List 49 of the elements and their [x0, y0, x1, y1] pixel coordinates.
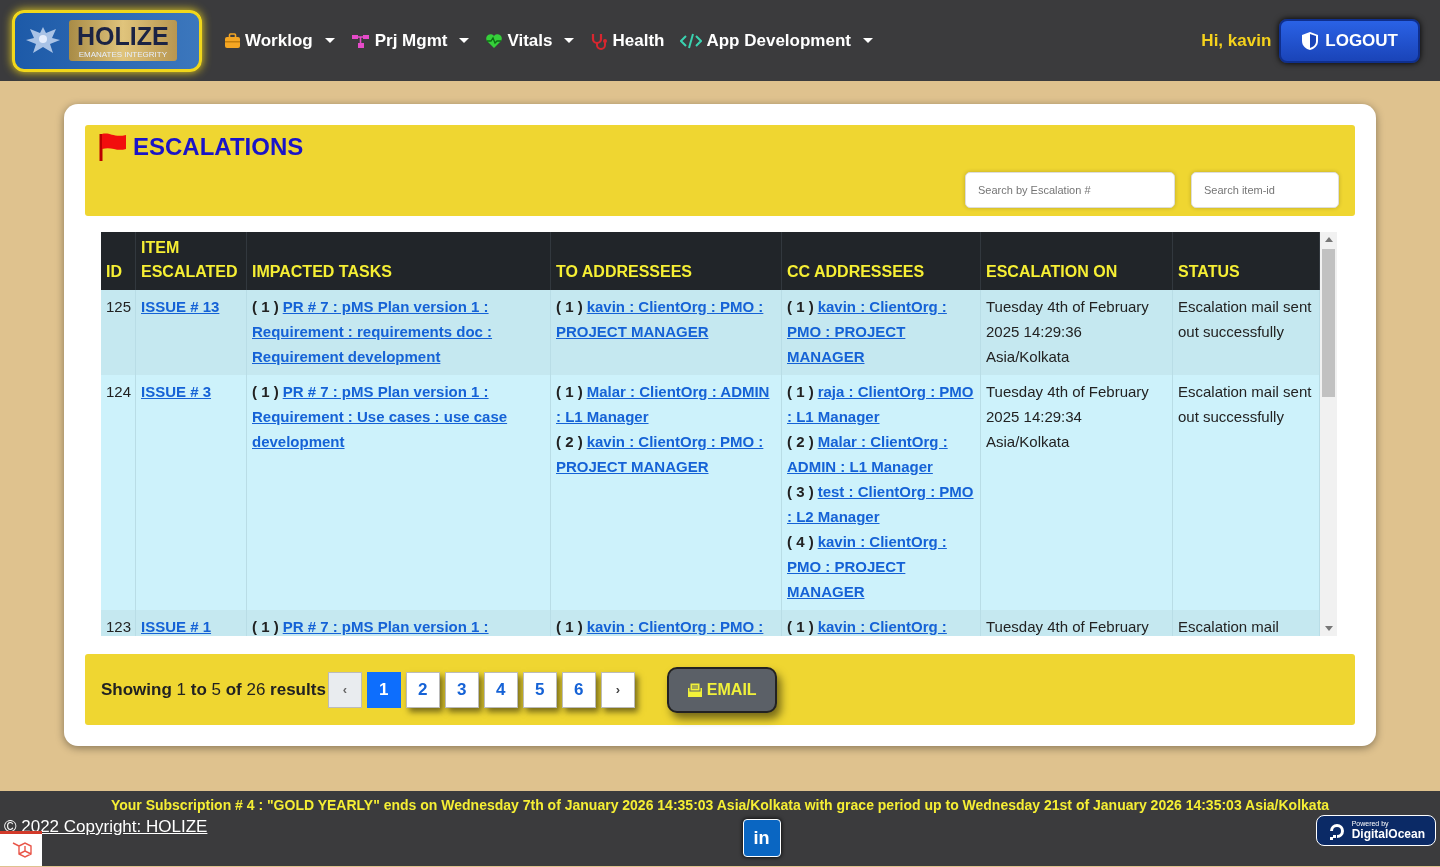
nav-menu-item[interactable]: Prj Mgmt	[348, 26, 472, 55]
nav-menu-item[interactable]: Health	[588, 26, 667, 55]
linked-entry[interactable]: ( 4 ) kavin : ClientOrg : PMO : PROJECT MANAGER	[787, 529, 975, 604]
code-icon	[680, 32, 703, 49]
holize-logo[interactable]: HOLIZE EMANATES INTEGRITY	[12, 9, 202, 72]
page-title: ESCALATIONS	[133, 133, 304, 161]
issue-link[interactable]: ISSUE # 13	[141, 298, 220, 315]
briefcase-icon	[224, 32, 241, 49]
previous-page-button[interactable]: ‹	[327, 671, 362, 708]
logo-tagline: EMANATES INTEGRITY	[78, 50, 167, 59]
heart-pulse-icon	[485, 32, 504, 49]
logo-title: HOLIZE	[77, 22, 169, 50]
page-button[interactable]: 6	[561, 671, 596, 708]
next-page-button[interactable]: ›	[600, 671, 635, 708]
page-button[interactable]: 1	[366, 671, 401, 708]
user-greeting: Hi, kavin	[1201, 30, 1272, 51]
linked-entry[interactable]: ( 1 ) raja : ClientOrg : PMO : L1 Manager	[787, 379, 975, 429]
nav-menu-item[interactable]: App Development	[678, 26, 875, 55]
page-button[interactable]: 4	[483, 671, 518, 708]
table-cell: 123	[101, 610, 136, 636]
nav-menu-item[interactable]: Vitals	[483, 26, 577, 55]
nav-menu-item[interactable]: Worklog	[222, 26, 337, 55]
linkedin-button[interactable]: in	[742, 819, 781, 857]
linked-entry[interactable]: ( 1 ) PR # 7 : pMS Plan version 1 : Requirement : Use cases : use case development	[252, 379, 545, 454]
linked-entry[interactable]: ( 1 ) kavin : ClientOrg : PMO : PROJECT MANAGER	[556, 294, 776, 344]
shield-icon	[1301, 30, 1320, 51]
page-button[interactable]: 5	[522, 671, 557, 708]
hierarchy-icon	[350, 32, 371, 49]
linked-entry[interactable]: ( 1 ) kavin : ClientOrg : PMO : PROJECT MANAGER	[787, 294, 975, 369]
scrollbar[interactable]	[1320, 232, 1337, 636]
table-cell: Tuesday 4th of February	[981, 610, 1173, 636]
page-button[interactable]: 3	[444, 671, 479, 708]
linked-entry[interactable]: ( 2 ) kavin : ClientOrg : PMO : PROJECT MANAGER	[556, 429, 776, 479]
stethoscope-icon	[590, 31, 609, 50]
linked-entry[interactable]: ( 1 ) kavin : ClientOrg :	[787, 614, 975, 636]
issue-link[interactable]: ISSUE # 1	[141, 618, 212, 635]
email-button[interactable]: EMAIL	[666, 666, 777, 713]
issue-link[interactable]: ISSUE # 3	[141, 383, 212, 400]
subscription-notice: Your Subscription # 4 : "GOLD YEARLY" ends on Wednesday 7th of January 2026 14:35:03 Asia/Kolkata with grace period up to Wednesday 21st of January 2026 14:35:03 Asia/Kolkata	[109, 796, 1331, 813]
linked-entry[interactable]: ( 1 ) PR # 7 : pMS Plan version 1 : Requirement : requirements doc : Requirement development	[252, 294, 545, 369]
linked-entry[interactable]: ( 1 ) PR # 7 : pMS Plan version 1 :	[252, 614, 545, 636]
flag-icon	[97, 131, 129, 163]
escalation-search-field[interactable]: Search by Escalation #	[965, 172, 1175, 208]
results-summary: Showing 1 to 5 of 26 results	[101, 679, 326, 700]
logout-button[interactable]: LOGOUT	[1279, 18, 1420, 63]
item-search-field[interactable]: Search item-id	[1191, 172, 1339, 208]
cube-icon	[10, 839, 32, 861]
linked-entry[interactable]: ( 1 ) kavin : ClientOrg : PMO :	[556, 614, 776, 636]
page-button[interactable]: 2	[405, 671, 440, 708]
